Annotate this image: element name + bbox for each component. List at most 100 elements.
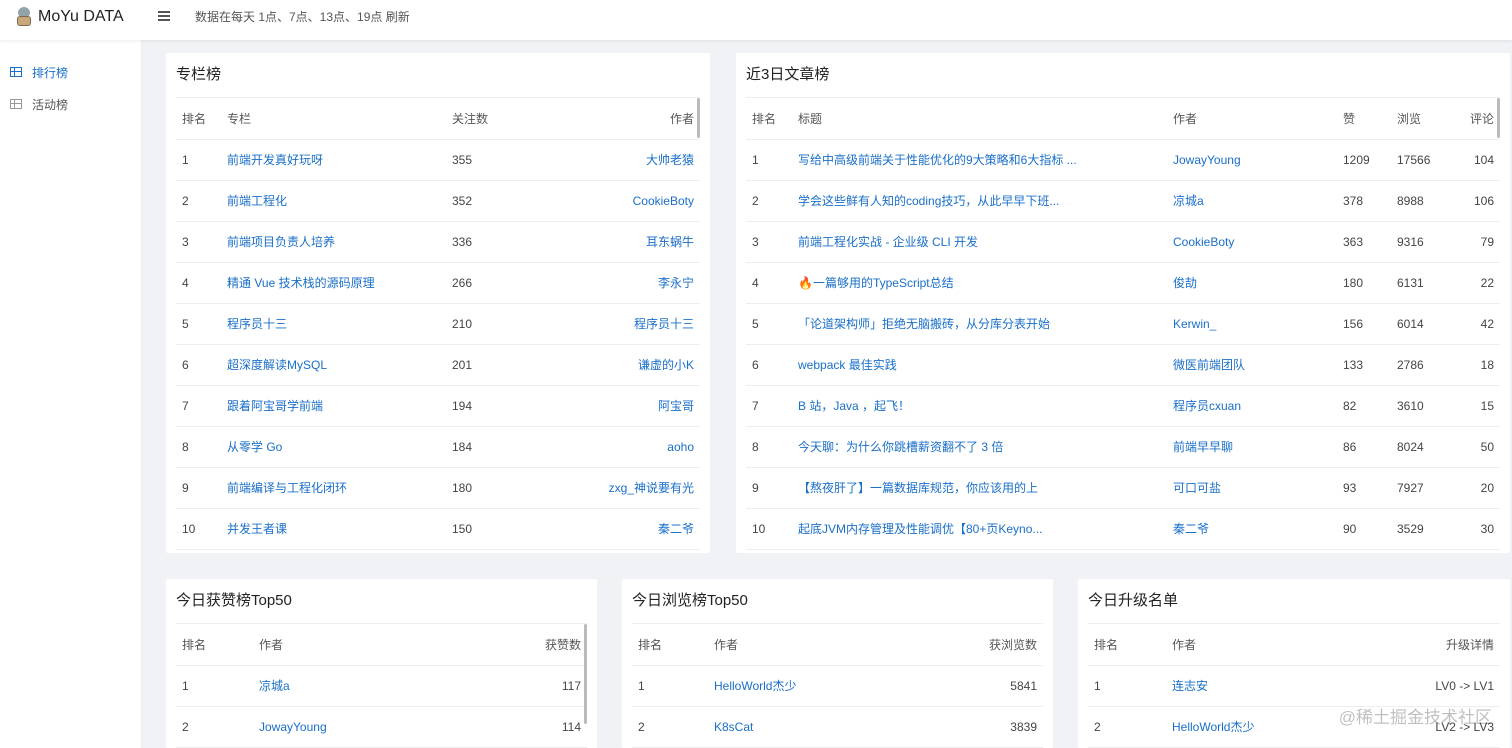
article-title-link[interactable]: B 站，Java ，起飞！ (792, 385, 1167, 427)
author-link[interactable]: 谦虚的小K (576, 344, 700, 386)
views-cell: 3839 (908, 706, 1043, 748)
followers-cell: 266 (446, 262, 576, 304)
article-title-link[interactable]: 【熬夜肝了】一篇数据库规范，你应该用的上 (792, 467, 1167, 509)
author-link[interactable]: JowayYoung (253, 706, 453, 748)
article-title-link[interactable]: 今天聊：为什么你跳槽薪资翻不了 3 倍 (792, 426, 1167, 468)
author-link[interactable]: 阿宝哥 (576, 385, 700, 427)
author-link[interactable]: aoho (576, 426, 700, 468)
comments-cell: 30 (1453, 508, 1500, 550)
views-cell: 8024 (1391, 426, 1453, 468)
comments-cell: 79 (1453, 221, 1500, 263)
table-container[interactable]: 排名 作者 获浏览数 1 HelloWorld杰少 5841 2 K8sCat 3839 (632, 623, 1043, 748)
author-link[interactable]: 前端早早聊 (1167, 426, 1337, 468)
article-title-link[interactable]: 「论道架构师」拒绝无脑搬砖，从分库分表开始 (792, 303, 1167, 345)
sidebar-item-activity[interactable]: 活动榜 (0, 90, 142, 118)
author-link[interactable]: 秦二爷 (576, 508, 700, 550)
rank-cell: 2 (176, 180, 221, 222)
table-container[interactable]: 排名 作者 升级详情 1 连志安 LV0 -> LV1 2 HelloWorld杰少 LV… (1088, 623, 1500, 748)
card-title: 今日浏览榜Top50 (632, 592, 748, 609)
hamburger-menu-icon[interactable] (158, 10, 172, 22)
author-link[interactable]: K8sCat (708, 706, 908, 748)
table-row: 4 精通 Vue 技术栈的源码原理 266 李永宁 (176, 262, 700, 304)
views-cell: 6014 (1391, 303, 1453, 345)
rank-cell: 6 (176, 344, 221, 386)
sidebar-item-label: 排行榜 (32, 65, 69, 80)
author-link[interactable]: 秦二爷 (1167, 508, 1337, 550)
sidebar-item-ranking[interactable]: 排行榜 (0, 58, 142, 86)
author-link[interactable]: 凉城a (1167, 180, 1337, 222)
table-row: 1 前端开发真好玩呀 355 大帅老猿 (176, 139, 700, 181)
scrollbar[interactable] (697, 98, 700, 138)
likes-cell: 363 (1337, 221, 1391, 263)
comments-cell: 18 (1453, 344, 1500, 386)
likes-cell: 82 (1337, 385, 1391, 427)
sidebar-item-label: 活动榜 (32, 97, 69, 112)
likes-cell: 93 (1337, 467, 1391, 509)
rank-cell: 4 (176, 262, 221, 304)
upgrade-list-table: 排名 作者 升级详情 1 连志安 LV0 -> LV1 2 HelloWorld杰少 LV… (1088, 624, 1500, 748)
column-link[interactable]: 超深度解读MySQL (221, 344, 446, 386)
header-author: 作者 (253, 624, 453, 666)
column-link[interactable]: 精通 Vue 技术栈的源码原理 (221, 262, 446, 304)
author-link[interactable]: HelloWorld杰少 (1166, 706, 1366, 748)
article-title-link[interactable]: 起底JVM内存管理及性能调优【80+页Keyno... (792, 508, 1167, 550)
views-cell: 7927 (1391, 467, 1453, 509)
table-container[interactable]: 排名 专栏 关注数 作者 1 前端开发真好玩呀 355 大帅老猿 2 前端工程化 352 Co… (176, 97, 700, 553)
author-link[interactable]: 俊劼 (1167, 262, 1337, 304)
column-link[interactable]: 并发王者课 (221, 508, 446, 550)
article-title-link[interactable]: 前端工程化实战 - 企业级 CLI 开发 (792, 221, 1167, 263)
rank-cell: 7 (176, 385, 221, 427)
author-link[interactable]: JowayYoung (1167, 139, 1337, 181)
rank-cell: 1 (632, 665, 708, 707)
likes-cell: 1209 (1337, 139, 1391, 181)
article-title-link[interactable]: 学会这些鲜有人知的coding技巧，从此早早下班... (792, 180, 1167, 222)
author-link[interactable]: 李永宁 (576, 262, 700, 304)
author-link[interactable]: Kerwin_ (1167, 303, 1337, 345)
table-row: 5 「论道架构师」拒绝无脑搬砖，从分库分表开始 Kerwin_ 156 6014 42 (746, 303, 1500, 345)
column-link[interactable]: 前端开发真好玩呀 (221, 139, 446, 181)
column-link[interactable]: 跟着阿宝哥学前端 (221, 385, 446, 427)
views-cell: 9316 (1391, 221, 1453, 263)
column-link[interactable]: 前端编译与工程化闭环 (221, 467, 446, 509)
table-container[interactable]: 排名 作者 获赞数 1 凉城a 117 2 JowayYoung 114 (176, 623, 587, 748)
followers-cell: 336 (446, 221, 576, 263)
article-title-link[interactable]: 🔥一篇够用的TypeScript总结 (792, 262, 1167, 304)
author-link[interactable]: 连志安 (1166, 665, 1366, 707)
refresh-notice: 数据在每天 1点、7点、13点、19点 刷新 (195, 10, 410, 24)
likes-cell: 378 (1337, 180, 1391, 222)
sidebar: 排行榜 活动榜 (0, 40, 142, 748)
table-row: 1 连志安 LV0 -> LV1 (1088, 665, 1500, 707)
article-title-link[interactable]: 写给中高级前端关于性能优化的9大策略和6大指标 ... (792, 139, 1167, 181)
logo[interactable]: MoYu DATA (16, 7, 124, 27)
author-link[interactable]: 微医前端团队 (1167, 344, 1337, 386)
table-row: 6 超深度解读MySQL 201 谦虚的小K (176, 344, 700, 386)
author-link[interactable]: 可口可盐 (1167, 467, 1337, 509)
table-row: 2 K8sCat 3839 (632, 706, 1043, 748)
author-link[interactable]: 凉城a (253, 665, 453, 707)
header-views: 获浏览数 (908, 624, 1043, 666)
header-likes: 赞 (1337, 98, 1391, 140)
followers-cell: 210 (446, 303, 576, 345)
author-link[interactable]: 大帅老猿 (576, 139, 700, 181)
rank-cell: 2 (1088, 706, 1166, 748)
table-container[interactable]: 排名 标题 作者 赞 浏览 评论 1 写给中高级前端关于性能优化的9大策略和6大指… (746, 97, 1500, 553)
author-link[interactable]: CookieBoty (576, 180, 700, 222)
author-link[interactable]: 程序员十三 (576, 303, 700, 345)
scrollbar[interactable] (1497, 98, 1500, 138)
author-link[interactable]: HelloWorld杰少 (708, 665, 908, 707)
author-link[interactable]: CookieBoty (1167, 221, 1337, 263)
author-link[interactable]: 程序员cxuan (1167, 385, 1337, 427)
scrollbar[interactable] (584, 624, 587, 724)
likes-cell: 90 (1337, 508, 1391, 550)
column-link[interactable]: 前端工程化 (221, 180, 446, 222)
article-title-link[interactable]: webpack 最佳实践 (792, 344, 1167, 386)
comments-cell: 42 (1453, 303, 1500, 345)
column-link[interactable]: 程序员十三 (221, 303, 446, 345)
column-rank-table: 排名 专栏 关注数 作者 1 前端开发真好玩呀 355 大帅老猿 2 前端工程化 352 Co… (176, 98, 700, 550)
column-link[interactable]: 前端项目负责人培养 (221, 221, 446, 263)
author-link[interactable]: zxg_神说要有光 (576, 467, 700, 509)
article-rank-card: 近3日文章榜 排名 标题 作者 赞 浏览 评论 1 写给中高级前端关于性能优化的9… (736, 53, 1510, 553)
author-link[interactable]: 耳东蜗牛 (576, 221, 700, 263)
header-likes: 获赞数 (453, 624, 587, 666)
column-link[interactable]: 从零学 Go (221, 426, 446, 468)
